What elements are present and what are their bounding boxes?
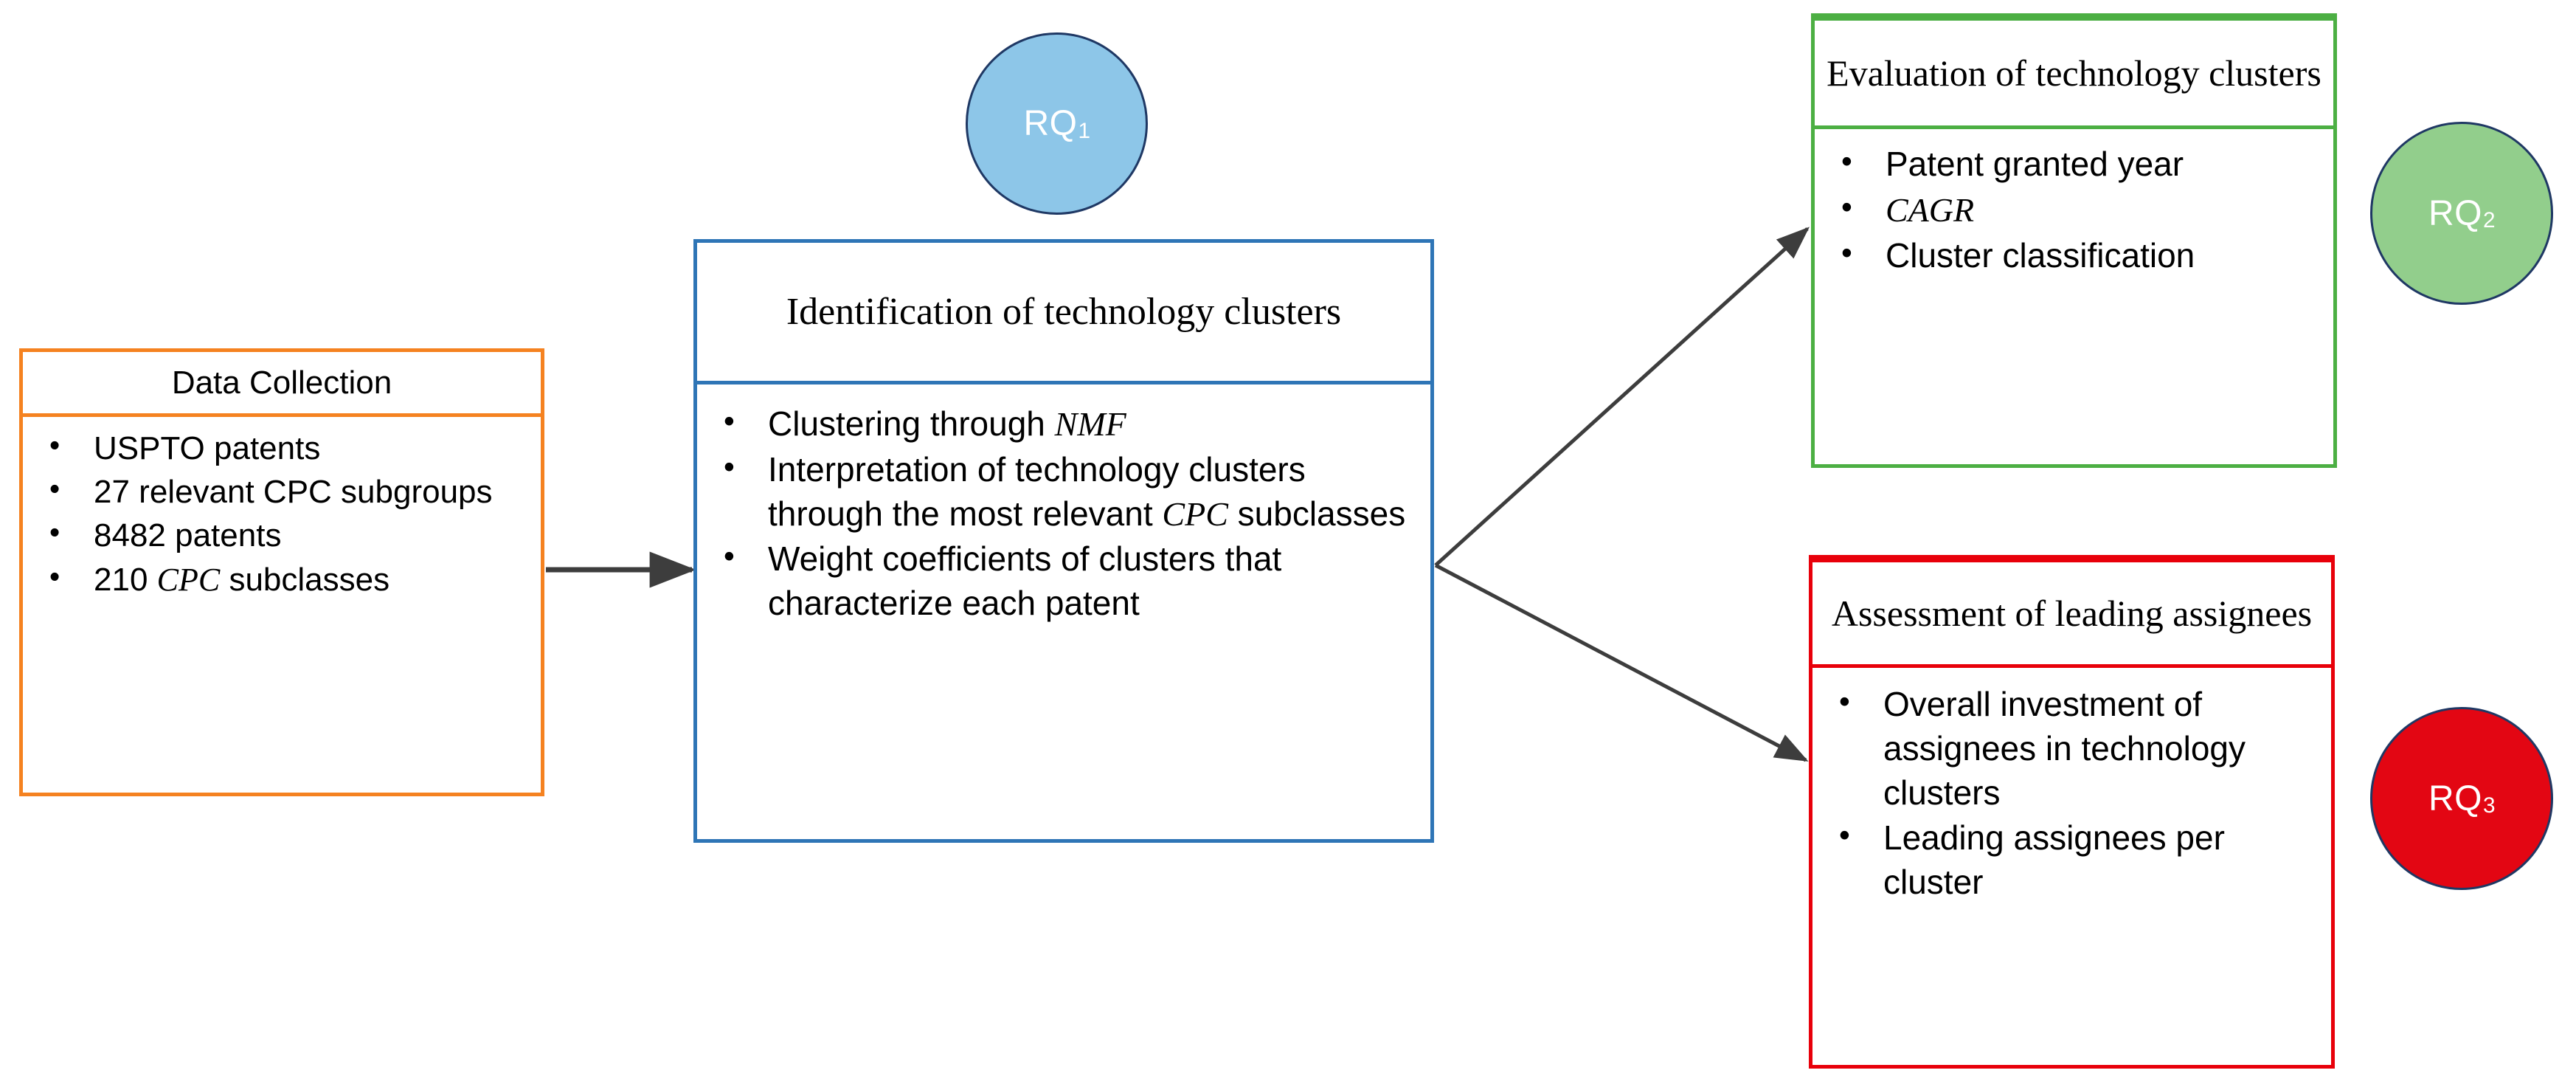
box-evaluation-title: Evaluation of technology clusters bbox=[1815, 17, 2333, 129]
evaluation-bullet-list: Patent granted year CAGR Cluster classif… bbox=[1828, 141, 2320, 278]
bullet-text-post: subclasses bbox=[220, 561, 390, 598]
bullet-text-italic: CPC bbox=[1162, 494, 1228, 533]
rq2-subscript: 2 bbox=[2482, 208, 2496, 232]
box-identification-of-technology-clusters: Identification of technology clusters Cl… bbox=[693, 239, 1434, 843]
box-identification-title: Identification of technology clusters bbox=[697, 243, 1430, 384]
list-item: Leading assignees per cluster bbox=[1826, 815, 2318, 905]
box-evaluation-of-technology-clusters: Evaluation of technology clusters Patent… bbox=[1811, 13, 2337, 468]
list-item: Cluster classification bbox=[1828, 232, 2320, 278]
list-item: CAGR bbox=[1828, 187, 2320, 232]
arrow-identification-to-assessment bbox=[1434, 563, 1809, 762]
assessment-bullet-list: Overall investment of assignees in techn… bbox=[1826, 681, 2318, 905]
bullet-text-pre: 27 relevant CPC subgroups bbox=[94, 474, 493, 511]
rq2-label: RQ bbox=[2428, 193, 2482, 233]
rq3-subscript: 3 bbox=[2482, 793, 2496, 818]
bullet-text-pre: Cluster classification bbox=[1886, 235, 2195, 275]
box-assessment-body: Overall investment of assignees in techn… bbox=[1812, 668, 2331, 1065]
bullet-text-italic: NMF bbox=[1054, 405, 1126, 443]
bullet-text-pre: Weight coefficients of clusters that cha… bbox=[768, 539, 1282, 623]
rq1-subscript: 1 bbox=[1078, 118, 1091, 143]
rq1-badge: RQ 1 bbox=[966, 32, 1148, 215]
rq2-badge: RQ 2 bbox=[2370, 122, 2553, 305]
identification-bullet-list: Clustering through NMF Interpretation of… bbox=[710, 401, 1417, 626]
bullet-text-pre: USPTO patents bbox=[94, 430, 321, 466]
diagram-canvas: Data Collection USPTO patents 27 relevan… bbox=[0, 0, 2576, 1090]
box-assessment-of-leading-assignees: Assessment of leading assignees Overall … bbox=[1809, 555, 2335, 1069]
bullet-text-pre: Overall investment of assignees in techn… bbox=[1883, 685, 2246, 812]
bullet-text-pre: Clustering through bbox=[768, 404, 1055, 443]
bullet-text-pre: 8482 patents bbox=[94, 517, 282, 554]
bullet-text-post: subclasses bbox=[1228, 494, 1406, 533]
list-item: Weight coefficients of clusters that cha… bbox=[710, 536, 1417, 626]
bullet-text-italic: CPC bbox=[156, 561, 221, 598]
arrow-identification-to-evaluation bbox=[1434, 227, 1810, 567]
list-item: Interpretation of technology clusters th… bbox=[710, 446, 1417, 537]
list-item: USPTO patents bbox=[36, 426, 527, 469]
rq3-label: RQ bbox=[2428, 779, 2482, 818]
box-data-collection-title: Data Collection bbox=[23, 352, 541, 417]
rq1-label: RQ bbox=[1023, 104, 1078, 143]
list-item: Clustering through NMF bbox=[710, 401, 1417, 446]
bullet-text-pre: Leading assignees per cluster bbox=[1883, 818, 2225, 902]
list-item: 27 relevant CPC subgroups bbox=[36, 469, 527, 513]
list-item: Patent granted year bbox=[1828, 141, 2320, 187]
box-assessment-title: Assessment of leading assignees bbox=[1812, 559, 2331, 668]
box-evaluation-body: Patent granted year CAGR Cluster classif… bbox=[1815, 129, 2333, 464]
bullet-text-pre: 210 bbox=[94, 561, 157, 598]
list-item: 210 CPC subclasses bbox=[36, 557, 527, 601]
list-item: 8482 patents bbox=[36, 513, 527, 556]
box-data-collection-body: USPTO patents 27 relevant CPC subgroups … bbox=[23, 417, 541, 793]
data-collection-bullet-list: USPTO patents 27 relevant CPC subgroups … bbox=[36, 426, 527, 601]
bullet-text-pre: Patent granted year bbox=[1886, 145, 2184, 183]
bullet-text-italic: CAGR bbox=[1886, 190, 1975, 229]
list-item: Overall investment of assignees in techn… bbox=[1826, 681, 2318, 815]
rq3-badge: RQ 3 bbox=[2370, 707, 2553, 890]
box-data-collection: Data Collection USPTO patents 27 relevan… bbox=[19, 348, 544, 796]
box-identification-body: Clustering through NMF Interpretation of… bbox=[697, 384, 1430, 839]
